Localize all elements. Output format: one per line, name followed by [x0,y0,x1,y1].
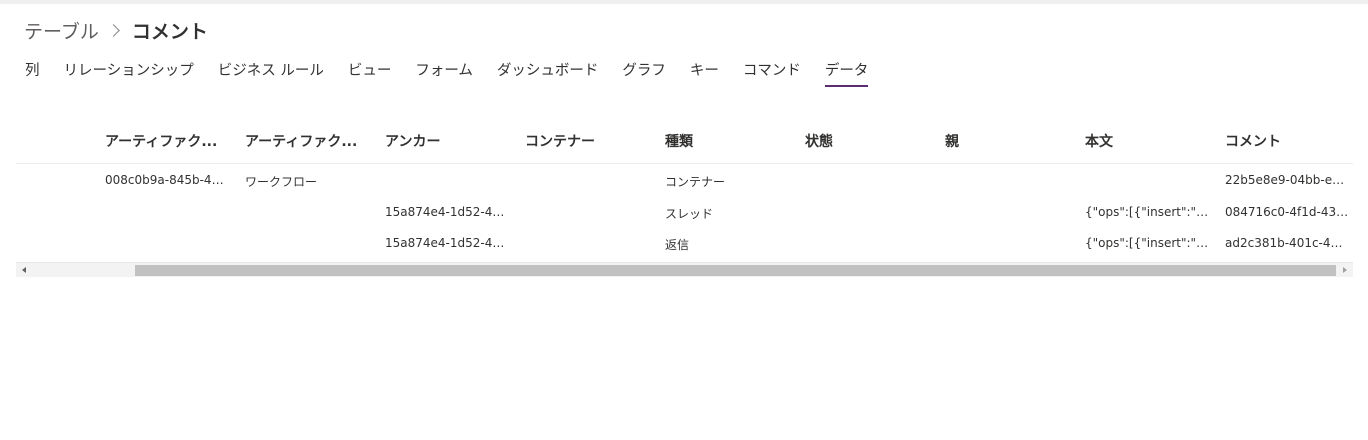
column-header-anchor[interactable]: アンカー [385,131,513,151]
table-cell: 084716c0-4f1d-43b8... [1225,205,1349,219]
table-cell: 返信 [665,238,690,252]
table-cell: コンテナー [665,175,726,189]
column-header-body[interactable]: 本文 [1085,131,1213,151]
tab-data[interactable]: データ [824,60,868,87]
table-cell: {"ops":[{"insert":"Hell... [1085,205,1209,219]
table-cell: スレッド [665,207,714,221]
column-header-kind[interactable]: 種類 [665,131,793,151]
tab-charts[interactable]: グラフ [622,60,666,84]
table-cell: {"ops":[{"insert":"test... [1085,236,1209,250]
column-header-artifact-1[interactable]: アーティファク... [105,131,233,151]
tab-relationships[interactable]: リレーションシップ [64,60,194,84]
table-cell: ad2c381b-401c-4aac... [1225,236,1349,250]
tab-forms[interactable]: フォーム [415,60,473,84]
tab-bar: 列 リレーションシップ ビジネス ルール ビュー フォーム ダッシュボード グラ… [25,60,892,88]
page-title: コメント [131,20,208,43]
table-cell: 22b5e8e9-04bb-ec1... [1225,173,1349,187]
table-row[interactable]: 15a874e4-1d52-4dfa... スレッド {"ops":[{"ins… [16,197,1353,229]
column-header-state[interactable]: 状態 [805,131,933,151]
scroll-right-arrow-icon[interactable] [1343,267,1347,273]
scroll-left-arrow-icon[interactable] [22,267,26,273]
tab-business-rules[interactable]: ビジネス ルール [218,60,324,84]
column-header-artifact-2[interactable]: アーティファク... [245,131,373,151]
tab-keys[interactable]: キー [690,60,719,84]
column-header-comment[interactable]: コメント [1225,131,1349,151]
column-header-container[interactable]: コンテナー [525,131,653,151]
tab-columns[interactable]: 列 [25,60,40,84]
scrollbar-thumb[interactable] [135,265,1336,276]
breadcrumb-tables-link[interactable]: テーブル [24,17,99,44]
grid-header-row: アーティファク... アーティファク... アンカー コンテナー 種類 状態 親… [16,120,1353,164]
column-header-parent[interactable]: 親 [945,131,1073,151]
table-row[interactable]: 008c0b9a-845b-483... ワークフロー コンテナー 22b5e8… [16,165,1353,197]
top-strip [0,0,1368,4]
breadcrumb: テーブル コメント [24,16,208,44]
table-cell: 15a874e4-1d52-4dfa... [385,236,509,250]
tab-views[interactable]: ビュー [348,60,392,84]
chevron-right-icon [107,23,120,37]
table-cell: 15a874e4-1d52-4dfa... [385,205,509,219]
data-grid: アーティファク... アーティファク... アンカー コンテナー 種類 状態 親… [16,120,1353,280]
table-cell: ワークフロー [245,175,318,189]
table-row[interactable]: 15a874e4-1d52-4dfa... 返信 {"ops":[{"inser… [16,228,1353,260]
horizontal-scrollbar[interactable] [16,262,1353,277]
tab-commands[interactable]: コマンド [743,60,801,84]
table-cell: 008c0b9a-845b-483... [105,173,225,187]
tab-dashboards[interactable]: ダッシュボード [497,60,599,84]
